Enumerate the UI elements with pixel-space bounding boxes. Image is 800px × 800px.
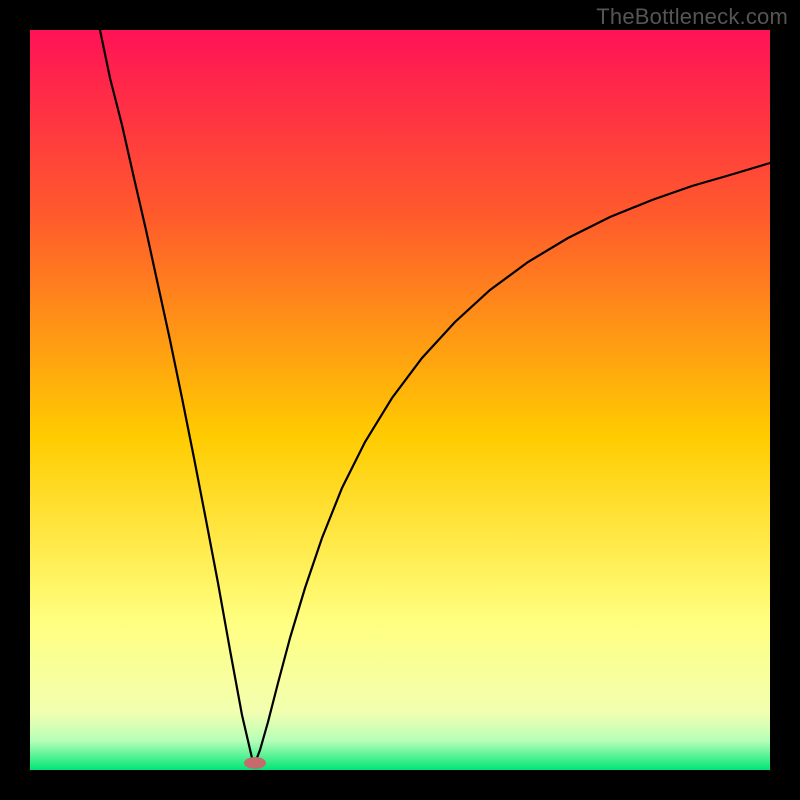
gradient-background: [30, 30, 770, 770]
plot-area: [30, 30, 770, 770]
attribution-label: TheBottleneck.com: [596, 4, 788, 30]
plot-svg: [30, 30, 770, 770]
chart-frame: TheBottleneck.com: [0, 0, 800, 800]
vertex-marker: [244, 757, 266, 769]
